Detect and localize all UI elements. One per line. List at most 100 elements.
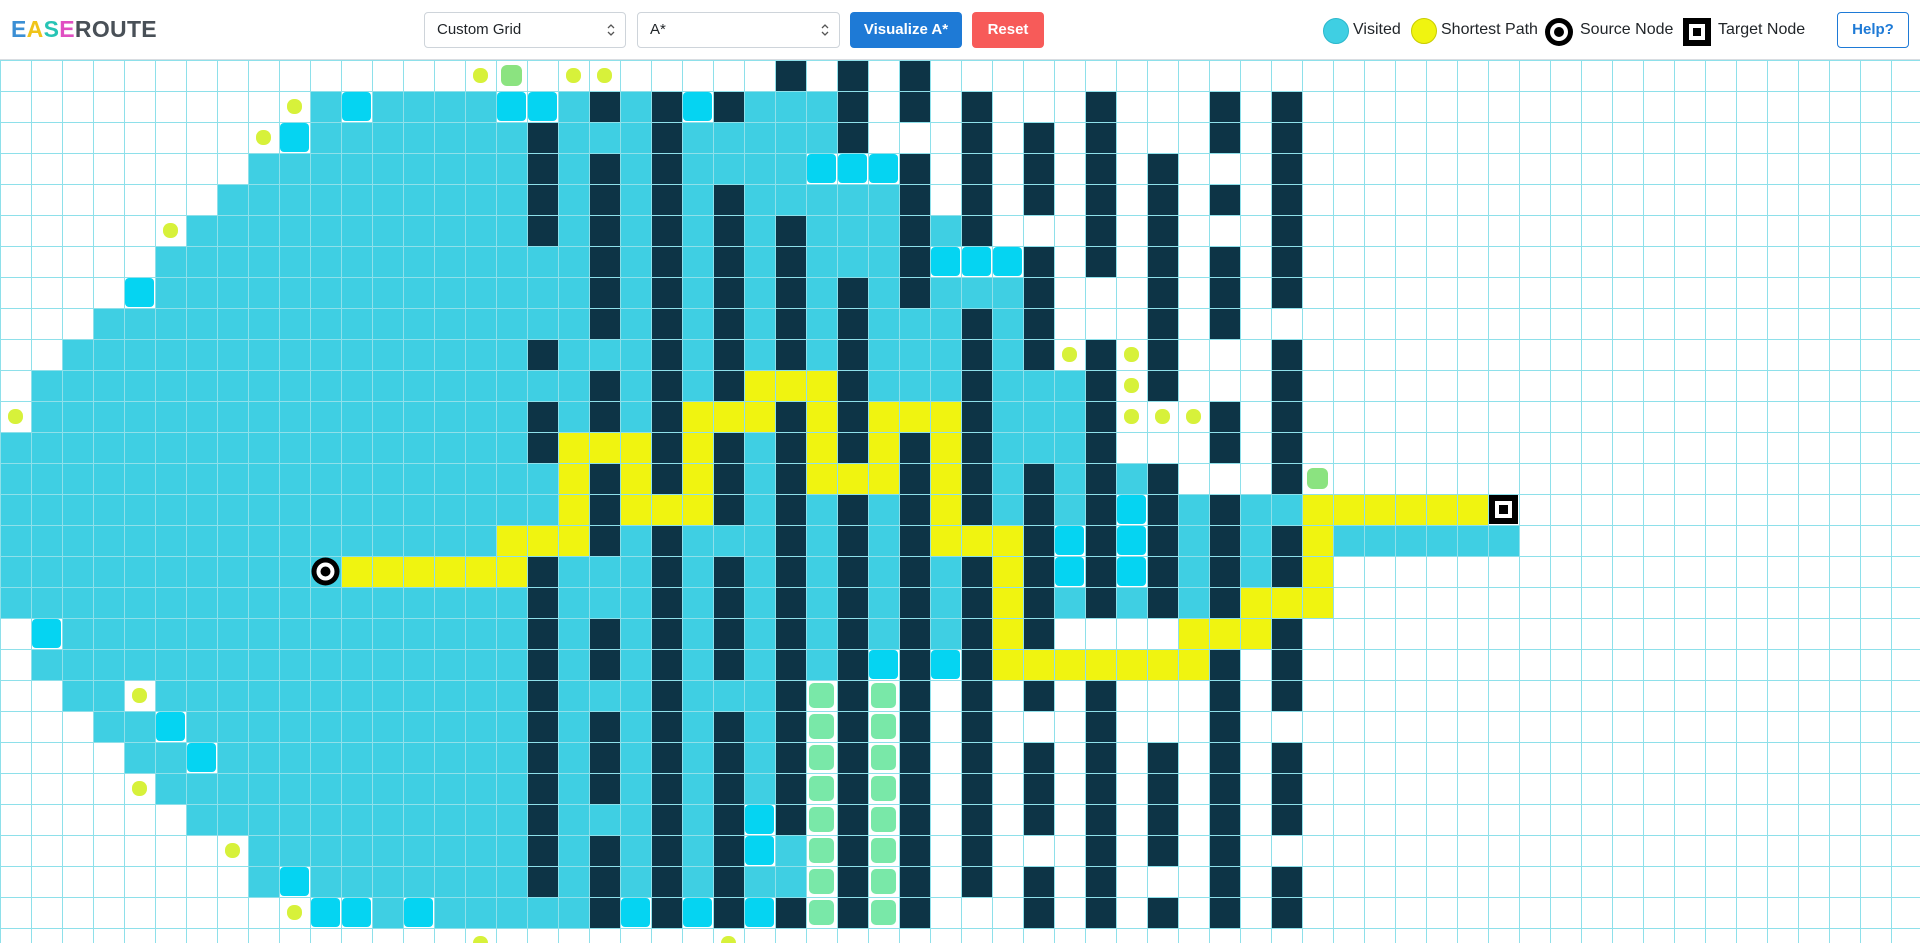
wall-cell[interactable]	[713, 339, 744, 370]
visited-cell[interactable]	[31, 370, 62, 401]
wall-cell[interactable]	[651, 587, 682, 618]
visited-cell[interactable]	[496, 804, 527, 835]
wall-cell[interactable]	[713, 277, 744, 308]
visited-cell[interactable]	[868, 215, 899, 246]
visited-cell[interactable]	[311, 898, 340, 927]
frontier-cell[interactable]	[809, 838, 834, 863]
wall-cell[interactable]	[775, 680, 806, 711]
visited-cell[interactable]	[248, 618, 279, 649]
visited-cell[interactable]	[155, 556, 186, 587]
wall-cell[interactable]	[1271, 91, 1302, 122]
visited-cell[interactable]	[744, 153, 775, 184]
wall-cell[interactable]	[1147, 153, 1178, 184]
visited-cell[interactable]	[186, 370, 217, 401]
visited-cell[interactable]	[310, 587, 341, 618]
visited-cell[interactable]	[806, 308, 837, 339]
frontier-cell[interactable]	[1124, 409, 1139, 424]
path-cell[interactable]	[620, 463, 651, 494]
wall-cell[interactable]	[775, 463, 806, 494]
visited-cell[interactable]	[496, 897, 527, 928]
visited-cell[interactable]	[372, 587, 403, 618]
visited-cell[interactable]	[465, 339, 496, 370]
visited-cell[interactable]	[372, 401, 403, 432]
help-button[interactable]: Help?	[1837, 12, 1909, 48]
visited-cell[interactable]	[465, 494, 496, 525]
visited-cell[interactable]	[279, 215, 310, 246]
wall-cell[interactable]	[899, 494, 930, 525]
visited-cell[interactable]	[403, 773, 434, 804]
wall-cell[interactable]	[1085, 866, 1116, 897]
visited-cell[interactable]	[403, 432, 434, 463]
visualize-button[interactable]: Visualize A*	[850, 12, 962, 48]
visited-cell[interactable]	[620, 649, 651, 680]
wall-cell[interactable]	[961, 556, 992, 587]
visited-cell[interactable]	[868, 618, 899, 649]
visited-cell[interactable]	[403, 153, 434, 184]
visited-cell[interactable]	[31, 587, 62, 618]
wall-cell[interactable]	[1023, 308, 1054, 339]
visited-cell[interactable]	[496, 866, 527, 897]
visited-cell[interactable]	[341, 866, 372, 897]
visited-cell[interactable]	[558, 804, 589, 835]
wall-cell[interactable]	[1085, 401, 1116, 432]
wall-cell[interactable]	[1023, 556, 1054, 587]
visited-cell[interactable]	[341, 277, 372, 308]
visited-cell[interactable]	[838, 154, 867, 183]
visited-cell[interactable]	[310, 432, 341, 463]
visited-cell[interactable]	[155, 680, 186, 711]
wall-cell[interactable]	[1271, 432, 1302, 463]
wall-cell[interactable]	[837, 401, 868, 432]
visited-cell[interactable]	[372, 432, 403, 463]
visited-cell[interactable]	[93, 432, 124, 463]
wall-cell[interactable]	[651, 649, 682, 680]
visited-cell[interactable]	[930, 556, 961, 587]
visited-cell[interactable]	[403, 122, 434, 153]
visited-cell[interactable]	[620, 742, 651, 773]
visited-cell[interactable]	[1054, 587, 1085, 618]
wall-cell[interactable]	[1085, 184, 1116, 215]
visited-cell[interactable]	[930, 339, 961, 370]
path-cell[interactable]	[899, 401, 930, 432]
visited-cell[interactable]	[248, 184, 279, 215]
visited-cell[interactable]	[310, 866, 341, 897]
wall-cell[interactable]	[899, 618, 930, 649]
visited-cell[interactable]	[868, 587, 899, 618]
visited-cell[interactable]	[868, 277, 899, 308]
visited-cell[interactable]	[465, 370, 496, 401]
visited-cell[interactable]	[806, 525, 837, 556]
visited-cell[interactable]	[682, 587, 713, 618]
visited-cell[interactable]	[372, 494, 403, 525]
wall-cell[interactable]	[775, 215, 806, 246]
path-cell[interactable]	[682, 463, 713, 494]
visited-cell[interactable]	[248, 587, 279, 618]
wall-cell[interactable]	[961, 804, 992, 835]
wall-cell[interactable]	[527, 587, 558, 618]
visited-cell[interactable]	[620, 122, 651, 153]
frontier-cell[interactable]	[501, 65, 522, 86]
wall-cell[interactable]	[899, 463, 930, 494]
wall-cell[interactable]	[589, 215, 620, 246]
visited-cell[interactable]	[434, 525, 465, 556]
wall-cell[interactable]	[589, 897, 620, 928]
wall-cell[interactable]	[837, 122, 868, 153]
visited-cell[interactable]	[124, 370, 155, 401]
frontier-cell[interactable]	[871, 807, 896, 832]
visited-cell[interactable]	[558, 711, 589, 742]
visited-cell[interactable]	[124, 308, 155, 339]
wall-cell[interactable]	[1271, 401, 1302, 432]
frontier-cell[interactable]	[256, 130, 271, 145]
visited-cell[interactable]	[248, 215, 279, 246]
visited-cell[interactable]	[341, 835, 372, 866]
wall-cell[interactable]	[837, 866, 868, 897]
wall-cell[interactable]	[961, 308, 992, 339]
wall-cell[interactable]	[651, 897, 682, 928]
wall-cell[interactable]	[961, 370, 992, 401]
wall-cell[interactable]	[589, 401, 620, 432]
visited-cell[interactable]	[32, 619, 61, 648]
wall-cell[interactable]	[1023, 587, 1054, 618]
visited-cell[interactable]	[682, 246, 713, 277]
visited-cell[interactable]	[806, 277, 837, 308]
visited-cell[interactable]	[341, 122, 372, 153]
visited-cell[interactable]	[217, 308, 248, 339]
visited-cell[interactable]	[31, 401, 62, 432]
